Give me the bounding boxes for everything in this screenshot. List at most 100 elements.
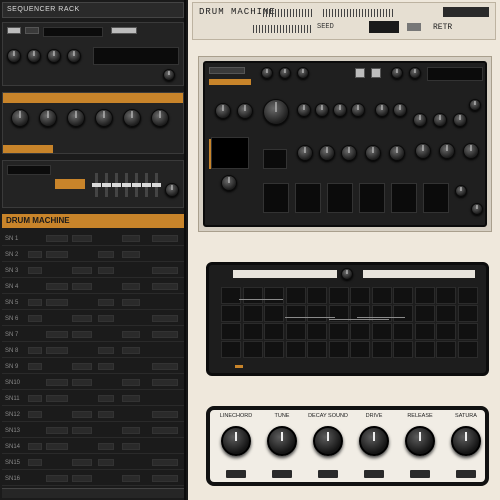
track-row[interactable]: SN11 — [2, 392, 184, 406]
track-step-cell[interactable] — [72, 475, 92, 482]
synth-knob-a12[interactable] — [469, 99, 481, 111]
track-row[interactable]: SN 7 — [2, 328, 184, 342]
module-3-fader-3[interactable] — [112, 173, 121, 197]
track-step-cell[interactable] — [122, 443, 140, 450]
sequencer-pad[interactable] — [436, 323, 456, 340]
track-row[interactable]: SN14 — [2, 440, 184, 454]
mixer-channel-button[interactable] — [410, 470, 430, 478]
synth-knob-a7[interactable] — [375, 103, 389, 117]
track-step-cell[interactable] — [46, 475, 68, 482]
sequencer-pad[interactable] — [393, 305, 413, 322]
synth-knob-a11[interactable] — [453, 113, 467, 127]
mixer-channel-button[interactable] — [318, 470, 338, 478]
track-row[interactable]: SN 9 — [2, 360, 184, 374]
track-step-cell[interactable] — [28, 267, 42, 274]
module-1-power-button[interactable] — [7, 27, 21, 34]
sequencer-pad[interactable] — [264, 287, 284, 304]
track-step-cell[interactable] — [46, 427, 68, 434]
track-row[interactable]: SN 5 — [2, 296, 184, 310]
track-step-cell[interactable] — [152, 475, 178, 482]
synth-knob-a5[interactable] — [333, 103, 347, 117]
module-1-knob-3[interactable] — [47, 49, 61, 63]
track-step-cell[interactable] — [152, 427, 178, 434]
synth-knob-a8[interactable] — [393, 103, 407, 117]
synth-knob-b5[interactable] — [389, 145, 405, 161]
track-step-cell[interactable] — [46, 235, 68, 242]
track-row[interactable]: SN 1 — [2, 232, 184, 246]
track-step-cell[interactable] — [122, 379, 140, 386]
track-row[interactable]: SN 6 — [2, 312, 184, 326]
track-step-cell[interactable] — [28, 299, 42, 306]
module-2-knob-2[interactable] — [39, 109, 57, 127]
track-step-cell[interactable] — [122, 395, 140, 402]
sequencer-pad[interactable] — [221, 341, 241, 358]
sequencer-pad[interactable] — [242, 287, 263, 304]
track-step-cell[interactable] — [98, 267, 114, 274]
track-step-cell[interactable] — [98, 443, 114, 450]
sequencer-pad[interactable] — [221, 287, 241, 304]
track-step-cell[interactable] — [28, 395, 42, 402]
sequencer-pad[interactable] — [457, 287, 478, 304]
module-1-knob-4[interactable] — [67, 49, 81, 63]
track-step-cell[interactable] — [122, 347, 140, 354]
sequencer-pad[interactable] — [350, 287, 370, 304]
track-step-cell[interactable] — [122, 331, 140, 338]
track-step-cell[interactable] — [46, 331, 68, 338]
mixer-channel-knob[interactable] — [359, 426, 389, 456]
sequencer-pad[interactable] — [414, 305, 435, 322]
track-row[interactable]: SN13 — [2, 424, 184, 438]
synth-top-knob-2[interactable] — [279, 67, 291, 79]
mixer-channel-button[interactable] — [272, 470, 292, 478]
mode-toggle[interactable] — [407, 23, 421, 31]
synth-knob-b1[interactable] — [297, 145, 313, 161]
module-1-knob-1[interactable] — [7, 49, 21, 63]
track-step-cell[interactable] — [152, 363, 178, 370]
module-3-fader-6[interactable] — [142, 173, 151, 197]
sequencer-pad[interactable] — [242, 323, 263, 340]
track-step-cell[interactable] — [122, 427, 140, 434]
synth-top-knob-1[interactable] — [261, 67, 273, 79]
track-step-cell[interactable] — [72, 363, 92, 370]
module-2-knob-5[interactable] — [123, 109, 141, 127]
mode-selector-button[interactable] — [369, 21, 399, 33]
synth-knob-a6[interactable] — [351, 103, 365, 117]
synth-knob-a3[interactable] — [297, 103, 311, 117]
sequencer-pad[interactable] — [350, 323, 370, 340]
module-2-knob-4[interactable] — [95, 109, 113, 127]
track-step-cell[interactable] — [122, 251, 140, 258]
sequencer-pad[interactable] — [307, 341, 327, 358]
track-step-cell[interactable] — [46, 443, 68, 450]
track-row[interactable]: SN12 — [2, 408, 184, 422]
sequencer-pad[interactable] — [285, 287, 306, 304]
track-step-cell[interactable] — [28, 411, 42, 418]
synth-knob-b2[interactable] — [319, 145, 335, 161]
sequencer-pad[interactable] — [328, 323, 349, 340]
track-step-cell[interactable] — [98, 251, 114, 258]
track-step-cell[interactable] — [98, 347, 114, 354]
sequencer-center-knob[interactable] — [341, 268, 353, 280]
track-step-cell[interactable] — [122, 283, 140, 290]
synth-top-knob-5[interactable] — [409, 67, 421, 79]
module-2-knob-6[interactable] — [151, 109, 169, 127]
sequencer-pad[interactable] — [414, 341, 435, 358]
track-step-cell[interactable] — [28, 347, 42, 354]
module-1-knob-2[interactable] — [27, 49, 41, 63]
sequencer-pad[interactable] — [414, 287, 435, 304]
sequencer-pad[interactable] — [371, 287, 392, 304]
mixer-channel-knob[interactable] — [267, 426, 297, 456]
sequencer-pad[interactable] — [436, 287, 456, 304]
sequencer-pad[interactable] — [264, 323, 284, 340]
track-step-cell[interactable] — [46, 283, 68, 290]
module-3-knob[interactable] — [165, 183, 179, 197]
synth-select-button-1[interactable] — [355, 68, 365, 78]
mixer-channel-button[interactable] — [456, 470, 476, 478]
mixer-channel-knob[interactable] — [405, 426, 435, 456]
track-step-cell[interactable] — [98, 315, 114, 322]
track-step-cell[interactable] — [98, 411, 114, 418]
track-step-cell[interactable] — [28, 459, 42, 466]
sequencer-pad[interactable] — [457, 323, 478, 340]
module-3-fader-5[interactable] — [132, 173, 141, 197]
track-step-cell[interactable] — [98, 363, 114, 370]
track-step-cell[interactable] — [46, 379, 68, 386]
module-2-knob-3[interactable] — [67, 109, 85, 127]
